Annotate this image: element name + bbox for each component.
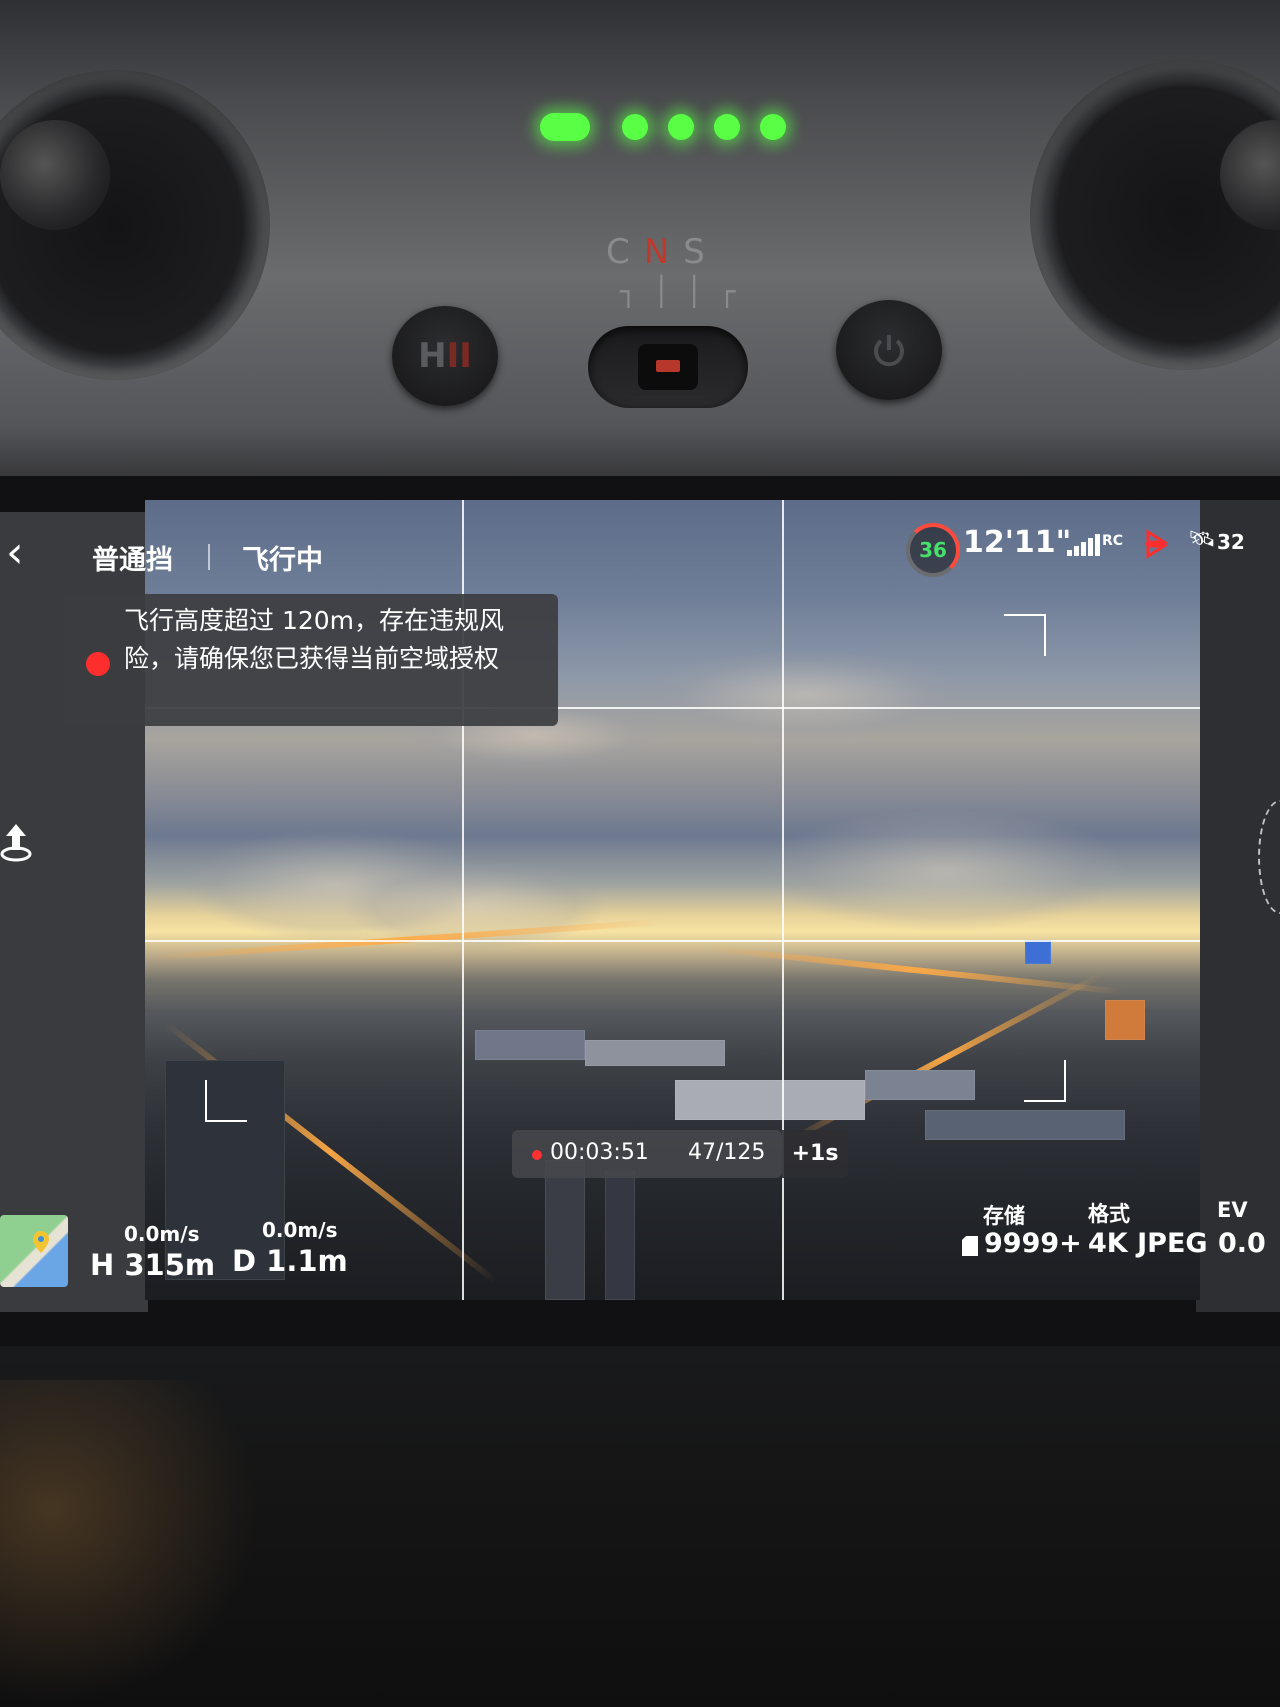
tower-building	[605, 1170, 635, 1300]
pause-rth-icon: HII	[418, 336, 472, 376]
flight-mode-slider[interactable]	[638, 344, 698, 390]
photo-count: 47/125	[688, 1140, 766, 1165]
elapsed-time: 00:03:51	[550, 1140, 649, 1165]
sd-card-icon	[962, 1236, 978, 1256]
factory-building	[585, 1040, 725, 1066]
battery-led-5	[760, 114, 786, 140]
mode-s-label: S	[683, 232, 719, 272]
rc-signal-icon[interactable]	[1067, 532, 1107, 556]
left-stick-cap[interactable]	[0, 120, 110, 230]
signal-bar	[1081, 542, 1086, 556]
ambient-glow	[0, 1380, 260, 1707]
focus-bracket-bottom-left	[205, 1080, 247, 1122]
vertical-speed: 0.0m/s	[262, 1218, 338, 1242]
factory-building	[675, 1080, 865, 1120]
remaining-flight-time: 12'11"	[963, 525, 1072, 560]
focus-bracket-bottom-right	[1024, 1060, 1066, 1102]
focus-bracket-top-right	[1004, 614, 1046, 656]
interval-button[interactable]: +1s	[782, 1130, 848, 1178]
battery-led-1	[540, 113, 590, 141]
warning-dot-icon	[86, 652, 110, 676]
storage-remaining[interactable]: 9999+	[984, 1228, 1082, 1259]
vision-system-off-icon[interactable]	[1144, 528, 1168, 560]
height-readout: H 315m	[90, 1248, 216, 1282]
lit-building	[1025, 940, 1051, 964]
rc-label: RC	[1102, 533, 1124, 549]
flight-mode-labels: CNS	[606, 232, 726, 272]
exposure-value[interactable]: 0.0	[1218, 1228, 1266, 1259]
battery-led-2	[622, 114, 648, 140]
mode-tick-marks: ┐││┌	[620, 275, 752, 308]
fly-app-screen: ‹ 普通挡 飞行中 36 12'11" RC 🛰 32 飞行高度超过 120m，…	[0, 500, 1280, 1312]
battery-percent: 36	[919, 538, 947, 562]
grid-line	[145, 940, 1200, 942]
status-divider	[208, 544, 210, 570]
distance-readout: D 1.1m	[232, 1244, 348, 1278]
gear-mode-label[interactable]: 普通挡	[92, 538, 173, 577]
battery-indicator[interactable]: 36	[906, 523, 960, 577]
power-icon	[874, 335, 904, 367]
factory-building	[925, 1110, 1125, 1140]
street-lights	[704, 945, 1124, 995]
power-button[interactable]	[836, 300, 942, 400]
signal-bar	[1067, 550, 1072, 556]
flight-status-label: 飞行中	[242, 545, 323, 576]
cloud	[765, 810, 1125, 930]
ii-glyph: II	[446, 336, 472, 376]
left-control-stick[interactable]	[0, 70, 270, 380]
pause-rth-button[interactable]: HII	[392, 306, 498, 406]
cloud	[645, 650, 965, 740]
signal-bar	[1088, 538, 1093, 556]
battery-led-4	[714, 114, 740, 140]
photo-format[interactable]: 4K JPEG	[1088, 1228, 1208, 1259]
recording-dot-icon	[532, 1150, 542, 1160]
signal-bar	[1095, 534, 1100, 556]
altitude-warning-toast[interactable]: 飞行高度超过 120m，存在违规风险，请确保您已获得当前空域授权	[64, 594, 558, 726]
satellite-count: 32	[1217, 530, 1245, 554]
factory-building	[865, 1070, 975, 1100]
right-sidebar	[1196, 500, 1280, 1312]
horizontal-speed: 0.0m/s	[124, 1222, 200, 1246]
map-pin-icon	[33, 1231, 49, 1253]
flight-mode-switch[interactable]	[588, 326, 748, 408]
format-label: 格式	[1088, 1202, 1130, 1226]
back-icon[interactable]: ‹	[6, 531, 36, 575]
satellite-icon[interactable]: 🛰	[1188, 527, 1216, 552]
mode-c-label: C	[606, 232, 644, 272]
right-control-stick[interactable]	[1030, 60, 1280, 370]
lit-building	[1105, 1000, 1145, 1040]
mini-map[interactable]	[0, 1215, 68, 1287]
battery-led-3	[668, 114, 694, 140]
grid-line	[782, 500, 784, 1300]
right-stick-cap[interactable]	[1220, 120, 1280, 230]
remote-controller-body: CNS ┐││┌ HII	[0, 0, 1280, 500]
return-to-home-icon[interactable]	[0, 820, 40, 864]
interval-shot-status[interactable]: 00:03:51 47/125	[512, 1130, 782, 1178]
factory-building	[475, 1030, 585, 1060]
signal-bar	[1074, 546, 1079, 556]
storage-label: 存储	[983, 1204, 1025, 1228]
h-glyph: H	[418, 336, 447, 376]
tower-building	[545, 1160, 585, 1300]
mode-n-label: N	[643, 232, 684, 272]
warning-message: 飞行高度超过 120m，存在违规风险，请确保您已获得当前空域授权	[124, 606, 505, 673]
ev-label: EV	[1217, 1198, 1248, 1222]
